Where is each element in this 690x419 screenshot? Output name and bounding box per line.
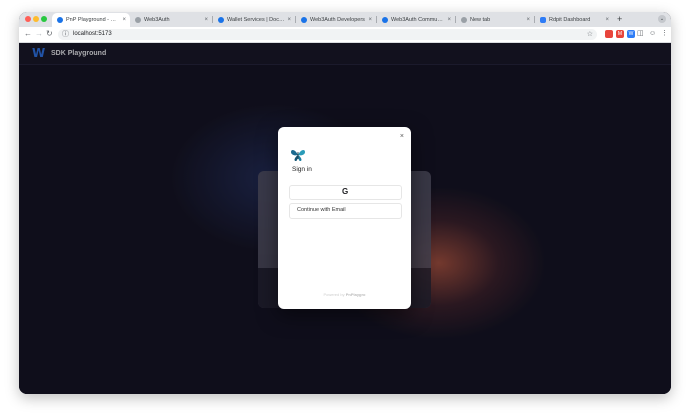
close-tab-icon[interactable]: × (287, 17, 291, 23)
close-tab-icon[interactable]: × (368, 17, 372, 23)
continue-with-email-button[interactable]: Continue with Email (289, 203, 402, 219)
profile-avatar-icon[interactable]: ☺ (649, 29, 656, 39)
browser-toolbar: ← → ↻ ⓘ localhost:5173 ☆ M W ◫ ☺ ⋮ (19, 27, 671, 43)
powered-by-text: Powered by (323, 292, 345, 297)
google-login-button[interactable]: G (289, 185, 402, 200)
forward-arrow-icon[interactable]: → (35, 29, 43, 39)
close-tab-icon[interactable]: × (526, 17, 530, 23)
globe-favicon-icon (461, 17, 467, 23)
tab-label: PnP Playground - Web3Auth (66, 17, 120, 23)
address-bar[interactable]: ⓘ localhost:5173 ☆ (58, 29, 597, 40)
sign-in-heading: Sign in (292, 166, 312, 173)
tab-label: Wallet Services | Documentati (227, 17, 286, 23)
close-tab-icon[interactable]: × (122, 17, 126, 23)
powered-by-footer: Powered by PnPlaygro (278, 292, 411, 297)
extension-wallet-icon[interactable]: W (627, 30, 635, 38)
close-window-button[interactable] (25, 16, 31, 22)
extensions-puzzle-icon[interactable]: ◫ (637, 29, 644, 39)
extension-metamask-icon[interactable]: M (616, 30, 624, 38)
tab-label: Rdpit Dashboard (549, 17, 591, 23)
maximize-window-button[interactable] (41, 16, 47, 22)
tab-pnp-playground[interactable]: PnP Playground - Web3Auth × (52, 13, 130, 27)
web3auth-favicon-icon (301, 17, 307, 23)
back-arrow-icon[interactable]: ← (24, 29, 32, 39)
app-favicon-icon (540, 17, 546, 23)
tab-new-tab[interactable]: New tab × (456, 13, 534, 27)
web3auth-favicon-icon (218, 17, 224, 23)
web3auth-favicon-icon (57, 17, 63, 23)
reload-icon[interactable]: ↻ (46, 29, 53, 39)
tab-label: Web3Auth Community - A pl (391, 17, 446, 23)
google-icon: G (342, 187, 349, 196)
continue-with-email-label: Continue with Email (297, 207, 346, 213)
extension-red-icon[interactable] (605, 30, 613, 38)
globe-favicon-icon (135, 17, 141, 23)
tab-label: Web3Auth Developers (310, 17, 365, 23)
bookmark-star-icon[interactable]: ☆ (587, 30, 593, 39)
butterfly-logo-icon (291, 150, 305, 161)
close-tab-icon[interactable]: × (447, 17, 451, 23)
tab-strip: PnP Playground - Web3Auth × Web3Auth × W… (19, 12, 671, 27)
powered-by-brand: PnPlaygro (345, 292, 366, 297)
tab-label: Web3Auth (144, 17, 170, 23)
minimize-window-button[interactable] (33, 16, 39, 22)
tab-web3auth[interactable]: Web3Auth × (130, 13, 212, 27)
tab-wallet-services[interactable]: Wallet Services | Documentati × (213, 13, 295, 27)
tab-web3auth-developers[interactable]: Web3Auth Developers × (296, 13, 376, 27)
close-icon[interactable]: × (400, 133, 404, 141)
web3auth-favicon-icon (382, 17, 388, 23)
browser-window: PnP Playground - Web3Auth × Web3Auth × W… (19, 12, 671, 394)
url-text[interactable]: localhost:5173 (73, 31, 112, 38)
tab-search-button[interactable]: ⌄ (658, 15, 666, 23)
tab-web3auth-community[interactable]: Web3Auth Community - A pl × (377, 13, 455, 27)
close-tab-icon[interactable]: × (605, 17, 609, 23)
sign-in-modal: × Sign in G Continue with Email Powered … (278, 127, 411, 309)
page-content: W SDK Playground × Sign in G Continue wi… (19, 43, 671, 394)
tab-rdpit-dashboard[interactable]: Rdpit Dashboard × (535, 13, 613, 27)
new-tab-button[interactable]: + (617, 14, 622, 24)
tab-label: New tab (470, 17, 491, 23)
browser-menu-icon[interactable]: ⋮ (661, 29, 668, 39)
close-tab-icon[interactable]: × (204, 17, 208, 23)
site-info-icon[interactable]: ⓘ (62, 30, 69, 39)
